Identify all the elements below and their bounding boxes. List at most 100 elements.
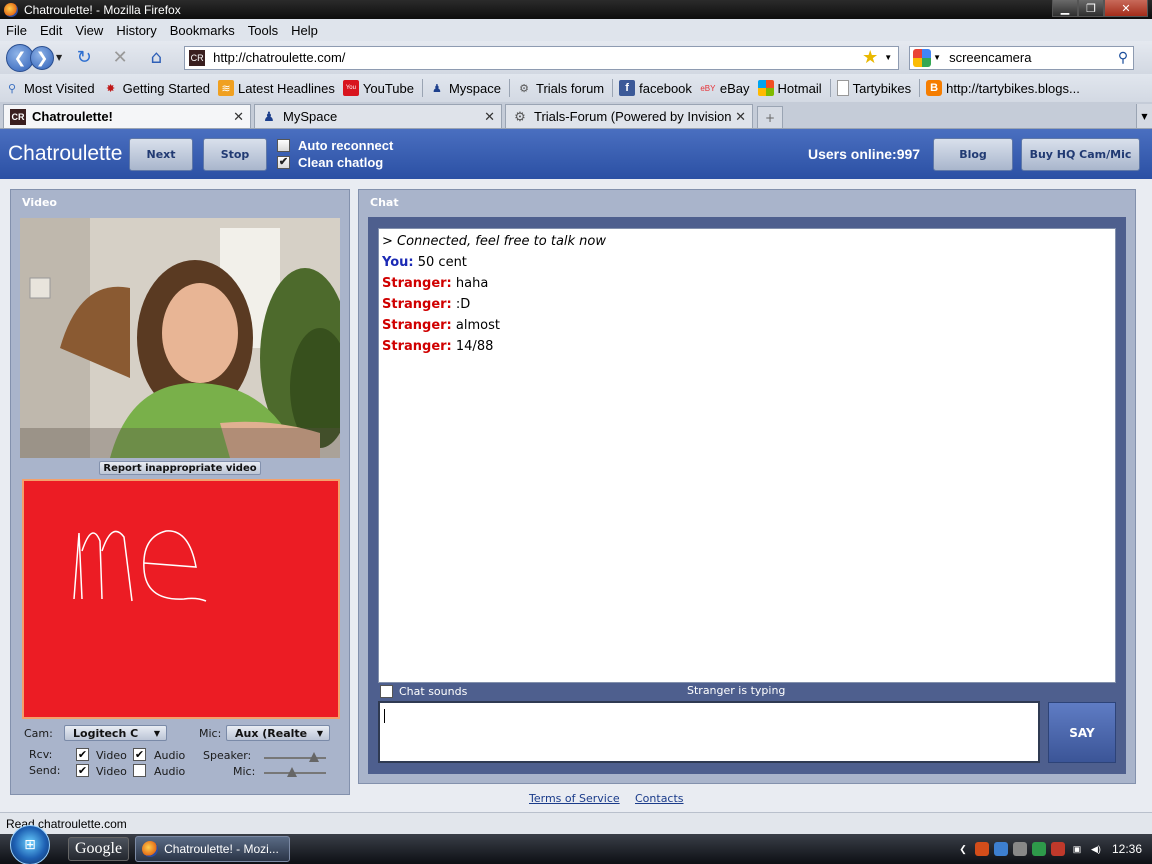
tray-app-icon[interactable] bbox=[993, 842, 1008, 856]
bookmark-myspace[interactable]: ♟ Myspace bbox=[429, 80, 501, 96]
bookmark-latest-headlines[interactable]: ≋ Latest Headlines bbox=[218, 80, 335, 96]
bookmark-separator bbox=[509, 79, 510, 97]
rcv-video-label: Video bbox=[96, 749, 127, 762]
clock[interactable]: 12:36 bbox=[1112, 842, 1142, 856]
bookmark-ebay[interactable]: eBY eBay bbox=[700, 80, 749, 96]
back-arrow-icon: ❮ bbox=[13, 48, 27, 67]
tab-list-button[interactable]: ▼ bbox=[1136, 104, 1152, 128]
search-input[interactable]: screencamera bbox=[949, 50, 1118, 65]
send-label: Send: bbox=[29, 764, 61, 777]
rcv-video-checkbox[interactable]: ✔ bbox=[76, 748, 89, 761]
taskbar-firefox-window[interactable]: Chatroulette! - Mozi... bbox=[135, 836, 291, 862]
clean-chatlog-option[interactable]: ✔ Clean chatlog bbox=[277, 154, 393, 171]
getting-started-icon: ✸ bbox=[105, 82, 116, 95]
report-video-button[interactable]: Report inappropriate video bbox=[99, 461, 261, 475]
url-text[interactable]: http://chatroulette.com/ bbox=[213, 50, 862, 65]
terms-of-service-link[interactable]: Terms of Service bbox=[529, 792, 620, 805]
tray-app-icon[interactable] bbox=[974, 842, 989, 856]
clean-chatlog-checkbox[interactable]: ✔ bbox=[277, 156, 290, 169]
blog-button[interactable]: Blog bbox=[933, 137, 1013, 171]
auto-reconnect-option[interactable]: Auto reconnect bbox=[277, 137, 393, 154]
chat-sounds-option[interactable]: ✔ Chat sounds bbox=[380, 685, 467, 698]
rcv-audio-checkbox[interactable]: ✔ bbox=[133, 748, 146, 761]
stranger-video-image bbox=[20, 218, 340, 458]
site-logo: Chatroulette bbox=[8, 142, 123, 165]
chat-message: You: 50 cent bbox=[382, 255, 467, 270]
menu-help[interactable]: Help bbox=[291, 23, 318, 38]
firefox-icon bbox=[4, 2, 18, 17]
search-engine-dropdown-icon[interactable]: ▼ bbox=[933, 53, 941, 62]
bookmark-trials-forum[interactable]: ⚙ Trials forum bbox=[516, 80, 604, 96]
bookmark-facebook[interactable]: f facebook bbox=[619, 80, 692, 96]
video-panel-title: Video bbox=[22, 196, 57, 209]
bookmark-getting-started[interactable]: ✸ Getting Started bbox=[103, 80, 210, 96]
tray-shield-icon[interactable] bbox=[1050, 842, 1065, 856]
chat-sounds-checkbox[interactable]: ✔ bbox=[380, 685, 393, 698]
search-icon[interactable]: ⚲ bbox=[1118, 49, 1128, 66]
close-tab-icon[interactable]: ✕ bbox=[484, 109, 495, 125]
menu-bar: File Edit View History Bookmarks Tools H… bbox=[0, 19, 1152, 41]
status-bar: Read chatroulette.com bbox=[0, 812, 1152, 834]
menu-tools[interactable]: Tools bbox=[248, 23, 278, 38]
bookmark-most-visited[interactable]: ⚲ Most Visited bbox=[4, 80, 95, 96]
plus-icon: + bbox=[764, 110, 776, 125]
say-button[interactable]: SAY bbox=[1048, 702, 1116, 763]
stop-button[interactable]: ✕ bbox=[107, 45, 133, 71]
send-audio-checkbox[interactable] bbox=[133, 764, 146, 777]
tab-myspace[interactable]: ♟ MySpace ✕ bbox=[254, 104, 502, 128]
home-button[interactable]: ⌂ bbox=[143, 45, 169, 71]
menu-view[interactable]: View bbox=[75, 23, 103, 38]
firefox-icon bbox=[142, 841, 159, 857]
menu-bookmarks[interactable]: Bookmarks bbox=[170, 23, 235, 38]
minimize-button[interactable]: ▁ bbox=[1052, 0, 1078, 17]
google-toolbar-button[interactable]: Google bbox=[68, 837, 130, 861]
cam-select[interactable]: Logitech C ▼ bbox=[64, 725, 167, 741]
send-video-checkbox[interactable]: ✔ bbox=[76, 764, 89, 777]
forward-button[interactable]: ❯ bbox=[30, 45, 54, 70]
tray-app-icon[interactable] bbox=[1031, 842, 1046, 856]
tab-chatroulette[interactable]: CR Chatroulette! ✕ bbox=[3, 104, 251, 128]
chat-panel-title: Chat bbox=[370, 196, 399, 209]
bookmark-youtube[interactable]: You YouTube bbox=[342, 80, 414, 96]
stop-chat-button[interactable]: Stop bbox=[203, 137, 267, 171]
chevron-down-icon: ▼ bbox=[1141, 111, 1148, 121]
menu-file[interactable]: File bbox=[6, 23, 27, 38]
bookmark-tartybikes-blog[interactable]: Bhttp://tartybikes.blogs... bbox=[926, 80, 1080, 96]
bookmark-hotmail[interactable]: Hotmail bbox=[757, 80, 822, 96]
my-video: me bbox=[22, 479, 340, 719]
typing-status: Stranger is typing bbox=[687, 684, 786, 697]
buy-hq-cam-button[interactable]: Buy HQ Cam/Mic bbox=[1021, 137, 1140, 171]
maximize-button[interactable]: ❐ bbox=[1078, 0, 1104, 17]
reload-button[interactable]: ↻ bbox=[71, 45, 97, 71]
url-bar[interactable]: CR http://chatroulette.com/ ★ ▼ bbox=[184, 45, 900, 70]
taskbar: ⊞ Google Chatroulette! - Mozi... ❮ ▣ ◀) … bbox=[0, 825, 1152, 864]
bookmark-tartybikes[interactable]: Tartybikes bbox=[836, 80, 911, 96]
auto-reconnect-checkbox[interactable] bbox=[277, 139, 290, 152]
rss-icon: ≋ bbox=[218, 80, 235, 96]
speaker-slider-handle[interactable] bbox=[308, 752, 319, 762]
network-icon[interactable]: ▣ bbox=[1070, 842, 1084, 856]
tray-app-icon[interactable] bbox=[1012, 842, 1027, 856]
history-dropdown-icon[interactable]: ▼ bbox=[56, 53, 62, 62]
next-button[interactable]: Next bbox=[129, 137, 193, 171]
tab-trials-forum[interactable]: ⚙ Trials-Forum (Powered by Invision ... … bbox=[505, 104, 753, 128]
bookmark-separator bbox=[829, 79, 831, 97]
mic-slider-handle[interactable] bbox=[286, 767, 297, 777]
google-search-engine-icon[interactable] bbox=[913, 48, 932, 67]
new-tab-button[interactable]: + bbox=[757, 106, 783, 128]
start-button[interactable]: ⊞ bbox=[10, 825, 50, 864]
volume-icon[interactable]: ◀) bbox=[1089, 842, 1103, 856]
close-tab-icon[interactable]: ✕ bbox=[233, 109, 244, 125]
close-tab-icon[interactable]: ✕ bbox=[735, 109, 746, 125]
menu-history[interactable]: History bbox=[116, 23, 156, 38]
mic-select[interactable]: Aux (Realte ▼ bbox=[226, 725, 330, 741]
bookmark-separator bbox=[612, 79, 614, 97]
menu-edit[interactable]: Edit bbox=[40, 23, 62, 38]
tray-expand-icon[interactable]: ❮ bbox=[956, 842, 970, 856]
contacts-link[interactable]: Contacts bbox=[635, 792, 684, 805]
search-bar[interactable]: ▼ screencamera ⚲ bbox=[909, 45, 1135, 70]
url-dropdown-icon[interactable]: ▼ bbox=[884, 53, 892, 62]
chat-input[interactable] bbox=[378, 701, 1040, 763]
bookmark-star-icon[interactable]: ★ bbox=[862, 47, 878, 68]
close-window-button[interactable]: ✕ bbox=[1104, 0, 1148, 17]
